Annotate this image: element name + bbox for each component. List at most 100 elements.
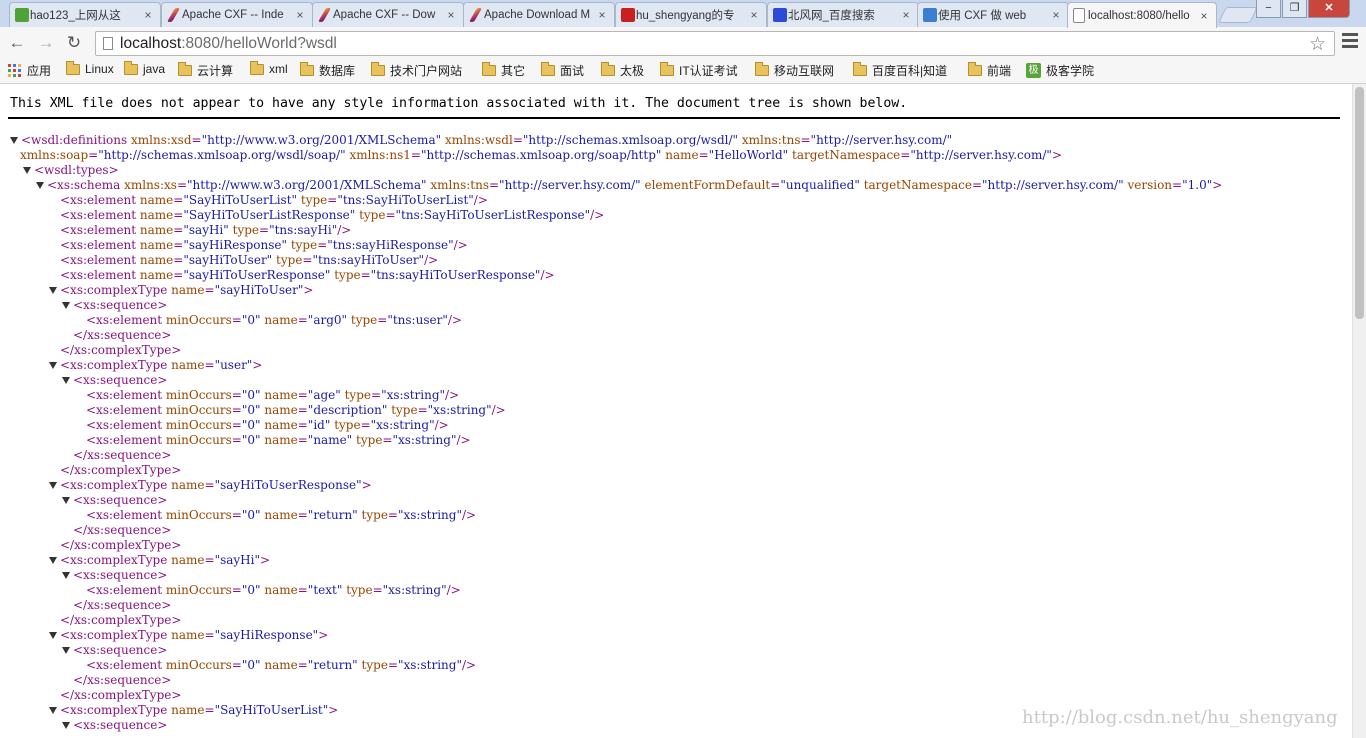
collapse-triangle-icon[interactable] [10,137,18,144]
folder-icon [124,60,138,75]
bookmark-jike[interactable]: 极 极客学院 [1026,62,1094,79]
bookmark-folder[interactable]: java [124,60,166,76]
tab-close-icon[interactable]: × [1198,9,1210,23]
tab-close-icon[interactable]: × [1050,8,1062,22]
collapse-triangle-icon[interactable] [49,632,57,639]
bookmark-label: IT认证考试 [679,64,738,78]
bookmark-label: Linux [85,62,114,76]
tab-title: 北风网_百度搜索 [788,10,875,22]
new-tab-button[interactable] [1218,7,1258,23]
bookmark-folder[interactable]: Linux [66,60,114,76]
baidu-paw-icon [773,8,787,22]
bookmark-label: 移动互联网 [774,64,835,78]
tab-2[interactable]: Apache CXF -- Inde × [161,2,313,27]
tab-close-icon[interactable]: × [900,8,912,22]
collapse-triangle-icon[interactable] [49,707,57,714]
collapse-triangle-icon[interactable] [49,287,57,294]
folder-icon [482,62,496,76]
collapse-triangle-icon[interactable] [49,482,57,489]
bookmark-apps[interactable]: 应用 [8,62,51,79]
close-window-button[interactable]: ✕ [1308,0,1350,18]
tab-close-icon[interactable]: × [596,8,608,22]
bookmark-label: java [143,62,166,76]
tab-5[interactable]: hu_shengyang的专 × [615,2,767,27]
menu-icon[interactable] [1342,33,1358,49]
bookmark-star-icon[interactable]: ☆ [1309,33,1326,56]
bookmark-folder[interactable]: 前端 [968,62,1011,79]
tab-6[interactable]: 北风网_百度搜索 × [767,2,919,27]
bookmark-folder[interactable]: 云计算 [178,62,233,79]
bookmark-label: 云计算 [197,64,234,78]
tab-close-icon[interactable]: × [748,8,760,22]
folder-icon [660,62,674,76]
bookmark-folder[interactable]: 面试 [541,62,584,79]
bookmark-label: 太极 [620,64,645,78]
divider [8,117,1340,119]
jike-logo-icon: 极 [1026,63,1041,78]
bookmark-folder[interactable]: IT认证考试 [660,62,738,79]
collapse-triangle-icon[interactable] [62,377,70,384]
folder-icon [755,62,769,76]
tab-title: localhost:8080/hello [1088,9,1190,22]
bookmark-folder[interactable]: 百度百科|知道 [853,62,947,79]
folder-icon [300,62,314,76]
hao123-icon [15,8,29,22]
apache-feather-icon [317,8,332,22]
tab-title: Apache CXF -- Dow [333,9,436,21]
collapse-triangle-icon[interactable] [36,182,44,189]
collapse-triangle-icon[interactable] [62,497,70,504]
folder-icon [853,62,867,76]
maximize-button[interactable]: ❐ [1282,0,1307,18]
folder-icon [541,62,555,76]
bookmarks-bar: 应用 Linux java 云计算 xml 数据库 技术门户网站 其它 面试 太极 IT认证考试 移… [0,57,1366,84]
collapse-triangle-icon[interactable] [49,557,57,564]
tab-close-icon[interactable]: × [445,8,457,22]
minimize-button[interactable]: − [1256,0,1281,18]
tab-1[interactable]: hao123_上网从这 × [9,2,161,27]
bookmark-label: 应用 [27,64,52,78]
folder-icon [66,60,80,75]
bookmark-folder[interactable]: 太极 [601,62,644,79]
csdn-icon [621,8,635,22]
collapse-triangle-icon[interactable] [62,572,70,579]
bookmark-folder[interactable]: 其它 [482,62,525,79]
tab-strip: hao123_上网从这 × Apache CXF -- Inde × Apache CX… [0,0,1366,28]
bookmark-folder[interactable]: xml [250,60,288,76]
address-url: localhost:8080/helloWorld?wsdl [120,35,337,52]
scrollbar-thumb[interactable] [1355,87,1364,319]
tab-close-icon[interactable]: × [142,8,154,22]
collapse-triangle-icon[interactable] [23,167,31,174]
folder-icon [601,62,615,76]
bookmark-folder[interactable]: 移动互联网 [755,62,834,79]
bookmark-label: 技术门户网站 [390,64,463,78]
bookmark-label: 面试 [560,64,585,78]
tab-4[interactable]: Apache Download M × [463,2,615,27]
page-icon [1073,8,1085,23]
bookmark-folder[interactable]: 数据库 [300,62,355,79]
tab-7[interactable]: 使用 CXF 做 web × [917,2,1069,27]
reload-button[interactable]: ↻ [64,33,84,53]
vertical-scrollbar[interactable] [1352,84,1366,738]
folder-icon [178,62,192,76]
apache-feather-icon [166,8,181,22]
bookmark-label: 数据库 [319,64,356,78]
address-bar[interactable]: localhost:8080/helloWorld?wsdl ☆ [95,31,1335,56]
collapse-triangle-icon[interactable] [62,722,70,729]
back-button[interactable]: ← [7,33,27,53]
folder-icon [250,60,264,75]
tab-8[interactable]: localhost:8080/hello × [1067,2,1217,28]
apps-grid-icon [8,64,21,77]
bookmark-label: 其它 [501,64,526,78]
collapse-triangle-icon[interactable] [62,647,70,654]
watermark: http://blog.csdn.net/hu_shengyang [1022,707,1338,728]
bookmark-folder[interactable]: 技术门户网站 [371,62,462,79]
collapse-triangle-icon[interactable] [62,302,70,309]
collapse-triangle-icon[interactable] [49,362,57,369]
tab-close-icon[interactable]: × [294,8,306,22]
tab-title: 使用 CXF 做 web [938,10,1027,22]
forward-button[interactable]: → [36,33,56,53]
tab-3[interactable]: Apache CXF -- Dow × [312,2,464,27]
tab-title: Apache CXF -- Inde [182,9,284,21]
bookmark-label: xml [269,62,288,76]
folder-icon [968,62,982,76]
